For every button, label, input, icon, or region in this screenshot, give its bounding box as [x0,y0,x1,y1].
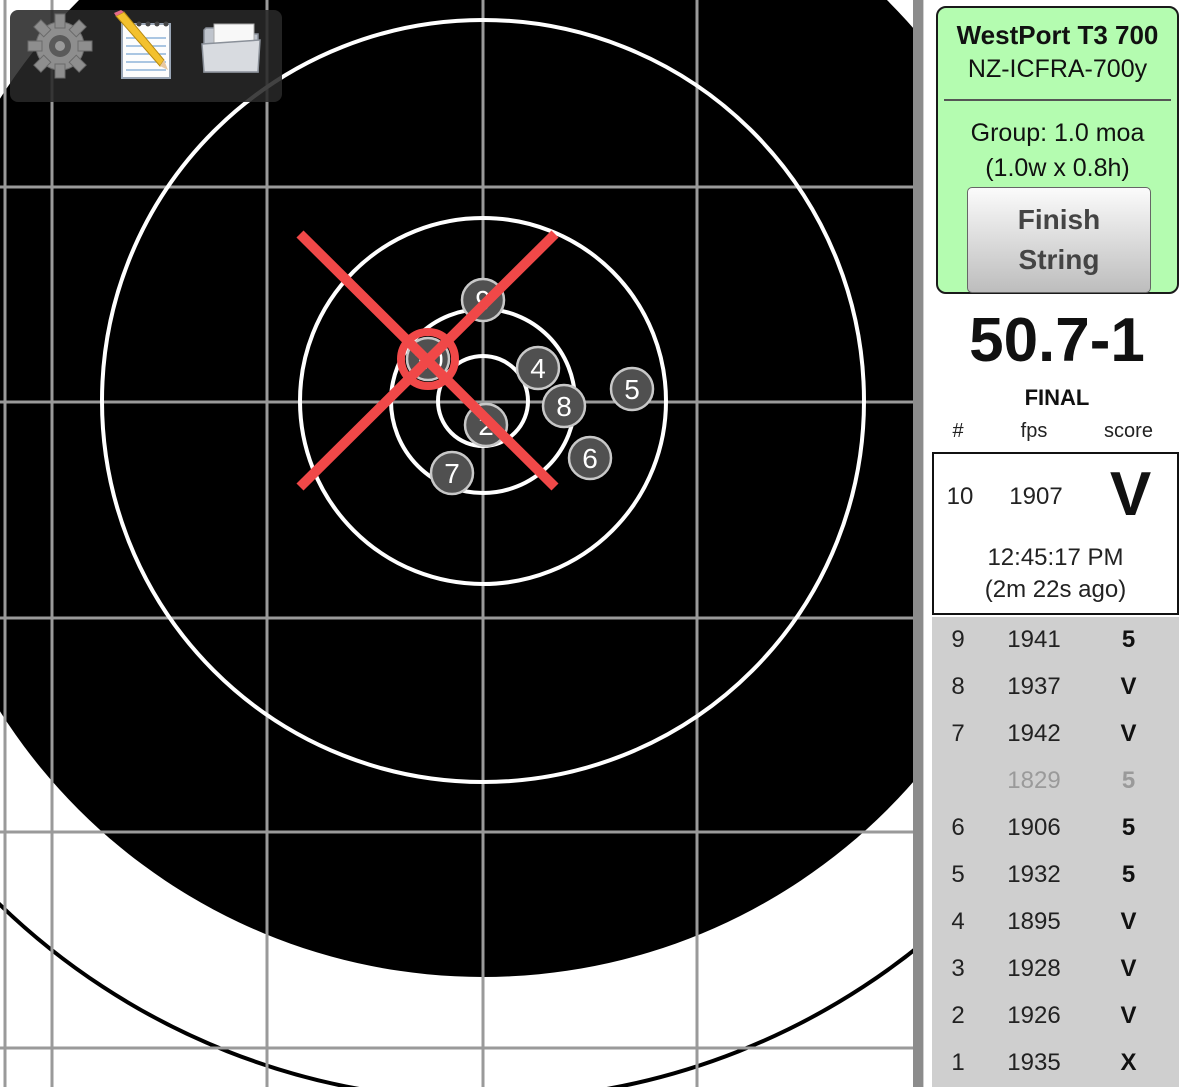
shot-marker[interactable]: 7 [429,450,475,496]
shot-score: V [1120,720,1137,747]
shot-marker[interactable]: 8 [541,383,587,429]
shot-num: 4 [951,908,965,935]
shot-score: V [1120,908,1137,935]
string-status: FINAL [1024,385,1090,410]
shot-fps: 1941 [1007,626,1061,653]
shot-num: 5 [951,861,965,888]
target-name: NZ-ICFRA-700y [967,55,1148,83]
shot-row[interactable]: 7 1942 V [932,711,1179,758]
shot-fps: 1906 [1007,814,1061,841]
panel-divider [913,0,923,1087]
card-divider [944,99,1171,101]
latest-shot-time: 12:45:17 PM [987,544,1124,571]
shot-marker[interactable]: 4 [515,345,561,391]
score-sidebar: WestPort T3 700 NZ-ICFRA-700y Group: 1.0… [924,0,1190,1087]
shot-num: 7 [951,720,965,747]
latest-shot-ago: (2m 22s ago) [984,576,1127,603]
shot-score: 5 [1121,767,1136,794]
group-size: Group: 1.0 moa [970,119,1145,147]
shot-score: V [1120,1002,1137,1029]
sighter-row[interactable]: 1829 5 [932,758,1179,805]
notepad-icon[interactable] [110,10,182,82]
latest-shot-fps: 1907 [1009,483,1063,510]
shot-score: 5 [1121,814,1136,841]
rifle-name: WestPort T3 700 [956,20,1159,50]
shot-fps: 1937 [1007,673,1061,700]
shot-row[interactable]: 2 1926 V [932,993,1179,1040]
latest-shot-number: 10 [946,483,974,510]
shot-fps: 1928 [1007,955,1061,982]
shot-marker[interactable]: 6 [567,435,613,481]
shot-num: 9 [951,626,965,653]
shot-num: 2 [951,1002,965,1029]
shot-marker-label: 6 [582,443,598,474]
shot-marker-label: 8 [556,391,572,422]
shot-fps: 1942 [1007,720,1061,747]
shot-row[interactable]: 3 1928 V [932,946,1179,993]
shot-row[interactable]: 1 1935 X [932,1040,1179,1087]
shot-fps: 1829 [1007,767,1061,794]
string-info-card: WestPort T3 700 NZ-ICFRA-700y Group: 1.0… [936,6,1179,294]
shot-row[interactable]: 4 1895 V [932,899,1179,946]
shot-score: V [1120,673,1137,700]
gear-icon[interactable] [24,10,96,82]
shot-row[interactable]: 6 1906 5 [932,805,1179,852]
finish-button-label-1: Finish [1017,204,1101,235]
folder-icon[interactable] [196,10,268,82]
shot-row[interactable]: 9 1941 5 [932,617,1179,664]
target-graphic: 109485672 [0,0,923,1087]
shot-marker-label: 4 [530,353,546,384]
finish-button-label-2: String [1018,244,1100,275]
shot-row[interactable]: 8 1937 V [932,664,1179,711]
shot-row[interactable]: 5 1932 5 [932,852,1179,899]
shot-score: 5 [1121,861,1136,888]
shot-fps: 1932 [1007,861,1061,888]
shot-score: X [1120,1049,1137,1076]
shot-marker-label: 5 [624,374,640,405]
column-header-fps: fps [1020,420,1048,442]
total-score: 50.7-1 [969,306,1145,375]
shot-num: 6 [951,814,965,841]
shot-num: 1 [951,1049,965,1076]
shot-fps: 1926 [1007,1002,1061,1029]
column-header-score: score [1104,420,1153,442]
finish-string-button[interactable]: Finish String [967,187,1151,293]
target-view[interactable]: 109485672 [0,0,923,1087]
shot-score: 5 [1121,626,1136,653]
column-header-num: # [952,420,964,442]
shot-score: V [1120,955,1137,982]
shot-num: 3 [951,955,965,982]
latest-shot-score: V [1109,460,1152,529]
shot-marker-label: 7 [444,458,460,489]
shot-list[interactable]: 9 1941 5 8 1937 V 7 1942 V 1829 5 6 1906 5 5 1932 5 4 1895… [932,617,1179,1087]
latest-shot-card[interactable]: 10 1907 V 12:45:17 PM (2m 22s ago) [932,452,1179,615]
shot-fps: 1935 [1007,1049,1061,1076]
group-dimensions: (1.0w x 0.8h) [985,154,1130,182]
toolbar [10,10,282,102]
shot-marker[interactable]: 5 [609,366,655,412]
shot-fps: 1895 [1007,908,1061,935]
shot-num: 8 [951,673,965,700]
